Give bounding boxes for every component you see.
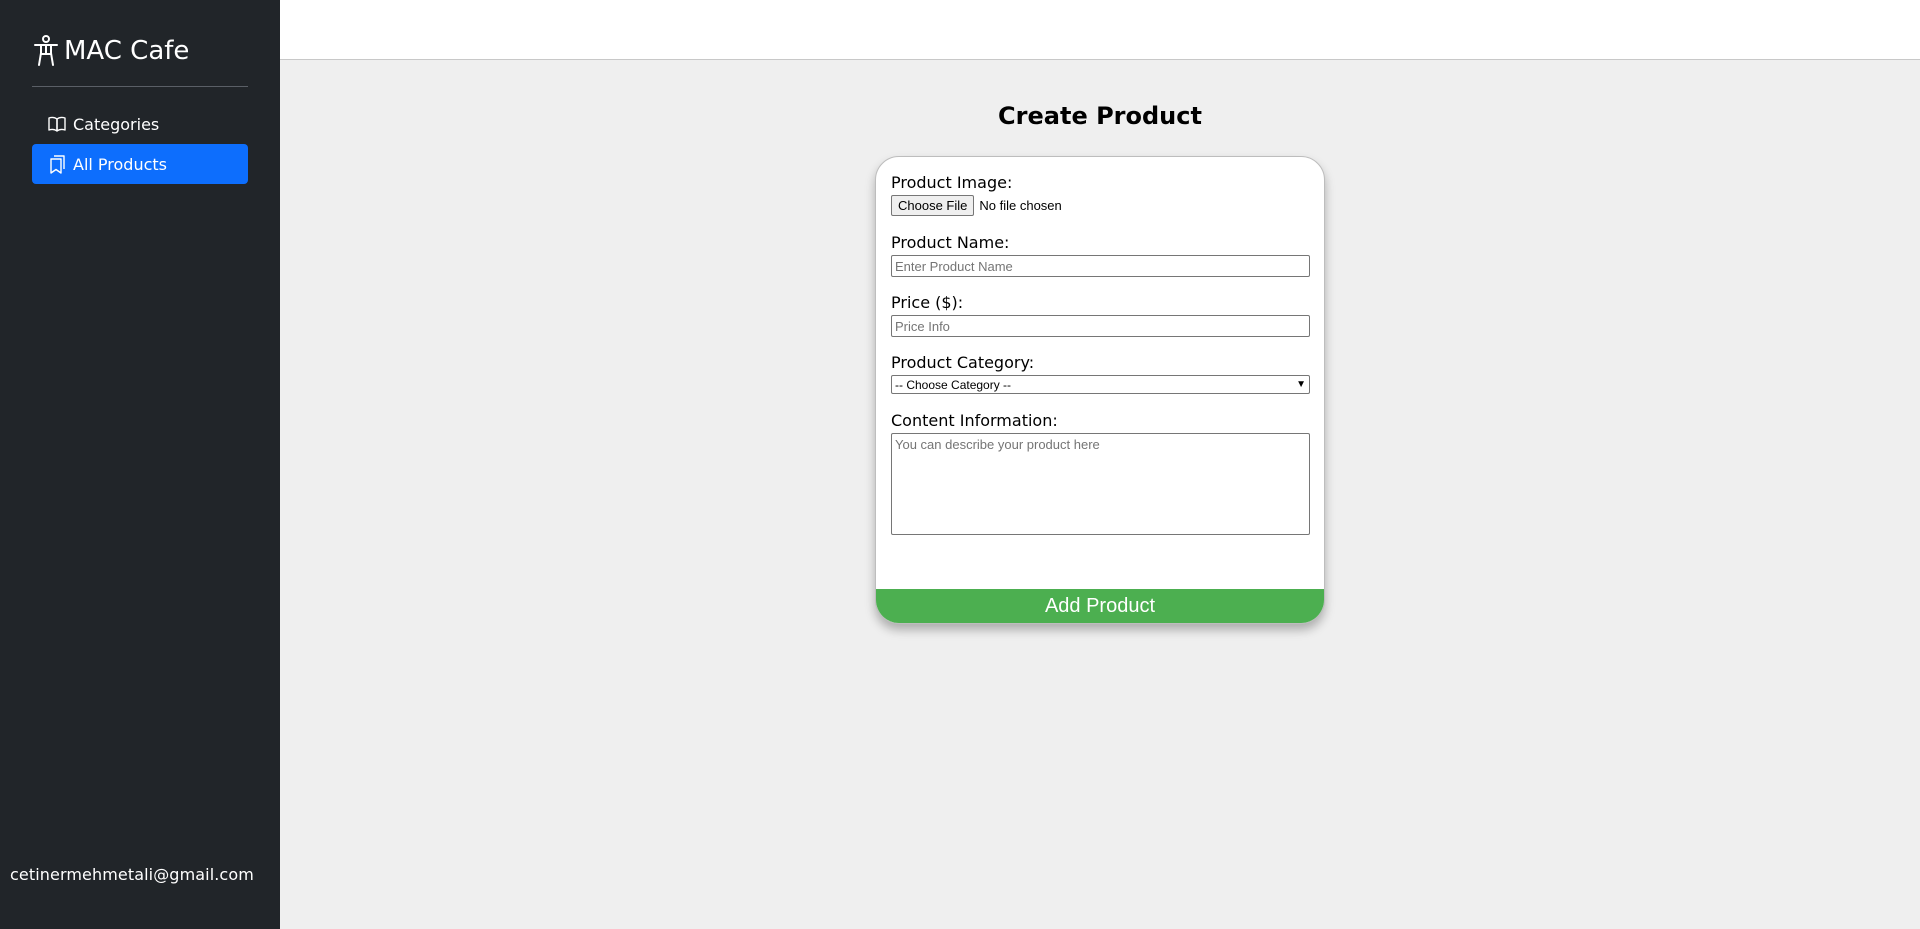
add-product-button[interactable]: Add Product	[876, 589, 1324, 623]
page-title: Create Product	[998, 102, 1202, 130]
file-status: No file chosen	[979, 198, 1062, 213]
product-image-field: Product Image: Choose File No file chose…	[891, 173, 1310, 216]
sidebar: MAC Cafe Categories All Products cetiner…	[0, 0, 280, 929]
category-selected-value: -- Choose Category --	[895, 377, 1012, 392]
sidebar-item-label: All Products	[73, 154, 168, 174]
category-field: Product Category: -- Choose Category -- …	[891, 353, 1310, 394]
product-name-label: Product Name:	[891, 233, 1010, 252]
price-label: Price ($):	[891, 293, 964, 312]
brand-name: MAC Cafe	[64, 36, 190, 66]
accessibility-person-icon	[32, 34, 60, 68]
sidebar-nav: Categories All Products	[32, 104, 248, 184]
content-label: Content Information:	[891, 411, 1058, 430]
sidebar-item-all-products[interactable]: All Products	[32, 144, 248, 184]
category-label: Product Category:	[891, 353, 1035, 372]
price-input[interactable]	[891, 315, 1310, 337]
brand-divider	[32, 86, 248, 87]
bookmarks-icon	[47, 154, 67, 174]
sidebar-item-categories[interactable]: Categories	[32, 104, 248, 144]
product-name-field: Product Name:	[891, 233, 1310, 277]
content-textarea[interactable]	[891, 433, 1310, 535]
content-field: Content Information:	[891, 411, 1310, 539]
user-email: cetinermehmetali@gmail.com	[10, 865, 254, 884]
product-name-input[interactable]	[891, 255, 1310, 277]
brand[interactable]: MAC Cafe	[32, 34, 189, 68]
choose-file-button[interactable]: Choose File	[891, 195, 975, 216]
file-picker: Choose File No file chosen	[891, 195, 1310, 216]
chevron-down-icon: ▼	[1296, 379, 1306, 390]
sidebar-item-label: Categories	[73, 114, 160, 134]
category-select[interactable]: -- Choose Category -- ▼	[891, 375, 1310, 394]
top-bar	[280, 0, 1920, 60]
book-icon	[47, 114, 67, 134]
price-field: Price ($):	[891, 293, 1310, 337]
product-image-label: Product Image:	[891, 173, 1013, 192]
create-product-form: Product Image: Choose File No file chose…	[875, 156, 1325, 624]
